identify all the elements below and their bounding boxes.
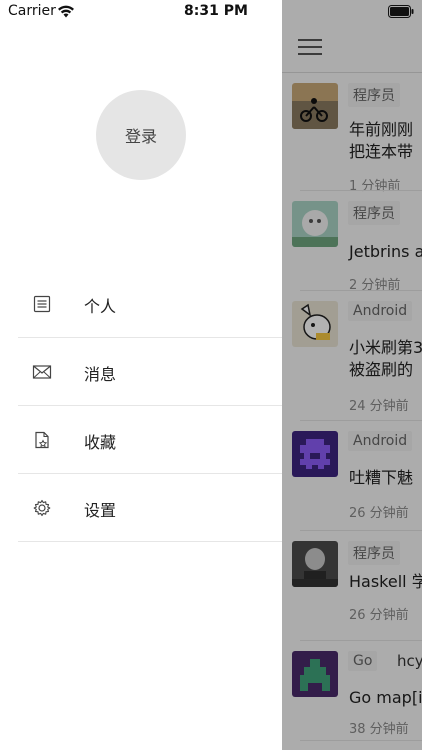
envelope-icon — [32, 365, 52, 379]
side-drawer: 登录 个人 消息 收藏 设置 — [0, 0, 282, 750]
menu-item-settings[interactable]: 设置 — [18, 474, 282, 542]
gear-icon — [33, 499, 51, 517]
menu-item-label: 收藏 — [84, 433, 117, 452]
menu-item-profile[interactable]: 个人 — [18, 270, 282, 338]
menu-item-label: 消息 — [84, 365, 117, 384]
drawer-menu: 个人 消息 收藏 设置 — [18, 270, 282, 542]
profile-list-icon — [33, 295, 51, 313]
wifi-icon — [58, 5, 74, 18]
menu-item-messages[interactable]: 消息 — [18, 338, 282, 406]
menu-item-favorites[interactable]: 收藏 — [18, 406, 282, 474]
battery-icon — [388, 5, 414, 18]
dim-overlay[interactable] — [282, 0, 422, 750]
login-label: 登录 — [124, 127, 157, 146]
carrier-label: Carrier — [8, 3, 56, 19]
clock: 8:31 PM — [184, 3, 248, 19]
bookmark-star-icon — [35, 431, 49, 449]
menu-item-label: 设置 — [84, 501, 117, 520]
status-bar: Carrier 8:31 PM — [0, 0, 422, 26]
login-avatar-button[interactable]: 登录 — [96, 90, 186, 180]
menu-item-label: 个人 — [84, 297, 117, 316]
